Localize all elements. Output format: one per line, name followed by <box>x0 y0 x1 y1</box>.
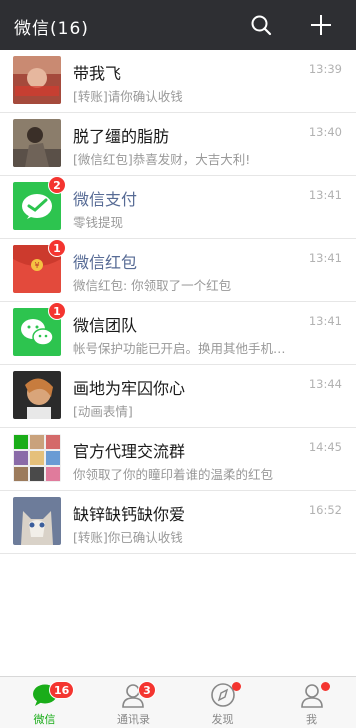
unread-badge: 2 <box>48 176 66 194</box>
avatar <box>13 119 61 167</box>
chat-last-message: [转账]你已确认收钱 <box>73 530 183 545</box>
chat-time: 14:45 <box>308 440 342 454</box>
unread-badge: 1 <box>48 239 66 257</box>
tab-label: 我 <box>306 713 317 726</box>
tab-discover[interactable]: 发现 <box>178 677 267 728</box>
unread-badge: 1 <box>48 302 66 320</box>
avatar <box>13 497 61 545</box>
tab-label: 微信 <box>33 713 56 726</box>
tab-me[interactable]: 我 <box>267 677 356 728</box>
chat-name: 带我飞 <box>73 64 122 83</box>
chat-name: 微信红包 <box>73 253 138 272</box>
chat-time: 13:41 <box>308 251 342 265</box>
chat-time: 13:41 <box>308 188 342 202</box>
chat-time: 13:44 <box>308 377 342 391</box>
wechat-app: 微信(16) 带我飞 [转账]请你确认收钱 13:39 脱了缰的脂肪 [微信红包… <box>0 0 356 728</box>
chat-name: 缺锌缺钙缺你爱 <box>73 505 186 524</box>
chat-last-message: 帐号保护功能已开启。换用其他手机… <box>73 341 286 356</box>
chat-list: 带我飞 [转账]请你确认收钱 13:39 脱了缰的脂肪 [微信红包]恭喜发财，大… <box>0 50 356 554</box>
chat-last-message: 微信红包: 你领取了一个红包 <box>73 278 232 293</box>
chat-time: 13:39 <box>308 62 342 76</box>
tab-dot <box>232 682 241 691</box>
chat-last-message: 零钱提现 <box>73 215 124 230</box>
chat-last-message: [动画表情] <box>73 404 133 419</box>
chat-name: 官方代理交流群 <box>73 442 186 461</box>
svg-text:¥: ¥ <box>34 261 39 270</box>
avatar <box>13 371 61 419</box>
chat-row[interactable]: 1 微信团队 帐号保护功能已开启。换用其他手机… 13:41 <box>0 302 356 365</box>
chat-name: 画地为牢囚你心 <box>73 379 186 398</box>
chat-last-message: [转账]请你确认收钱 <box>73 89 183 104</box>
plus-icon[interactable] <box>309 13 333 37</box>
tab-badge: 3 <box>138 681 156 699</box>
chat-time: 13:40 <box>308 125 342 139</box>
tab-contacts[interactable]: 3 通讯录 <box>89 677 178 728</box>
chat-row[interactable]: 2 微信支付 零钱提现 13:41 <box>0 176 356 239</box>
chat-row[interactable]: 官方代理交流群 你领取了你的瞳印着谁的温柔的红包 14:45 <box>0 428 356 491</box>
chat-name: 微信团队 <box>73 316 138 335</box>
chat-time: 13:41 <box>308 314 342 328</box>
tab-label: 发现 <box>211 713 234 726</box>
tab-chats[interactable]: 16 微信 <box>0 677 89 728</box>
chat-row[interactable]: 脱了缰的脂肪 [微信红包]恭喜发财，大吉大利! 13:40 <box>0 113 356 176</box>
top-navbar: 微信(16) <box>0 0 356 50</box>
chat-row[interactable]: ¥ 1 微信红包 微信红包: 你领取了一个红包 13:41 <box>0 239 356 302</box>
avatar <box>13 56 61 104</box>
chat-time: 16:52 <box>308 503 342 517</box>
tab-dot <box>321 682 330 691</box>
tab-badge: 16 <box>49 681 75 699</box>
page-title: 微信(16) <box>14 19 89 39</box>
bottom-tabbar: 16 微信 3 通讯录 发现 我 <box>0 676 356 728</box>
chat-name: 微信支付 <box>73 190 138 209</box>
tab-label: 通讯录 <box>117 713 150 726</box>
search-icon[interactable] <box>249 13 273 37</box>
chat-name: 脱了缰的脂肪 <box>73 127 170 146</box>
chat-last-message: [微信红包]恭喜发财，大吉大利! <box>73 152 251 167</box>
chat-row[interactable]: 缺锌缺钙缺你爱 [转账]你已确认收钱 16:52 <box>0 491 356 554</box>
group-avatar <box>13 434 61 482</box>
chat-row[interactable]: 画地为牢囚你心 [动画表情] 13:44 <box>0 365 356 428</box>
chat-row[interactable]: 带我飞 [转账]请你确认收钱 13:39 <box>0 50 356 113</box>
chat-last-message: 你领取了你的瞳印着谁的温柔的红包 <box>73 467 274 482</box>
